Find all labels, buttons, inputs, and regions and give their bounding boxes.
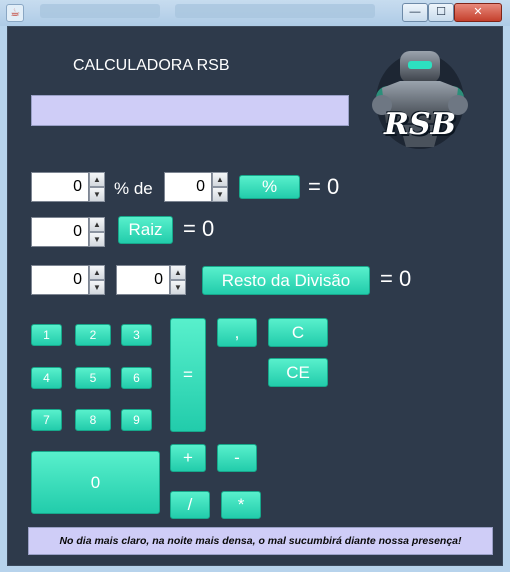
spinner-down-icon[interactable]: ▼	[89, 280, 105, 295]
maximize-button[interactable]: ☐	[428, 3, 454, 22]
spinner-down-icon[interactable]: ▼	[170, 280, 186, 295]
plus-button[interactable]: +	[170, 444, 206, 472]
minimize-button[interactable]: —	[402, 3, 428, 22]
percent-a-input[interactable]	[31, 172, 89, 202]
digit-3-button[interactable]: 3	[121, 324, 152, 346]
clear-entry-button[interactable]: CE	[268, 358, 328, 387]
logo-text: RSB	[384, 107, 456, 142]
comma-button[interactable]: ,	[217, 318, 257, 347]
digit-9-button[interactable]: 9	[121, 409, 152, 431]
window-titlebar: ☕ — ☐ ✕	[0, 0, 510, 26]
app-title: CALCULADORA RSB	[73, 57, 230, 74]
calculator-frame: CALCULADORA RSB RSB ▲ ▼	[7, 26, 503, 566]
percent-a-spinner[interactable]: ▲ ▼	[31, 172, 105, 202]
minus-button[interactable]: -	[217, 444, 257, 472]
spinner-down-icon[interactable]: ▼	[89, 232, 105, 247]
mod-button[interactable]: Resto da Divisão	[202, 266, 370, 295]
mod-b-input[interactable]	[116, 265, 170, 295]
spinner-down-icon[interactable]: ▼	[212, 187, 228, 202]
digit-2-button[interactable]: 2	[75, 324, 111, 346]
sqrt-result: = 0	[183, 216, 215, 241]
titlebar-blurred-icons	[175, 4, 375, 18]
percent-b-spinner[interactable]: ▲ ▼	[164, 172, 228, 202]
display-field[interactable]	[31, 95, 349, 126]
mod-a-input[interactable]	[31, 265, 89, 295]
digit-7-button[interactable]: 7	[31, 409, 62, 431]
spinner-up-icon[interactable]: ▲	[89, 172, 105, 187]
digit-0-button[interactable]: 0	[31, 451, 160, 514]
sqrt-input[interactable]	[31, 217, 89, 247]
java-app-icon: ☕	[6, 4, 24, 22]
percent-b-input[interactable]	[164, 172, 212, 202]
digit-1-button[interactable]: 1	[31, 324, 62, 346]
spinner-up-icon[interactable]: ▲	[89, 265, 105, 280]
percent-of-label: % de	[114, 179, 153, 198]
clear-button[interactable]: C	[268, 318, 328, 347]
percent-result: = 0	[308, 174, 340, 199]
percent-button[interactable]: %	[239, 175, 300, 199]
spinner-up-icon[interactable]: ▲	[170, 265, 186, 280]
footer-motto: No dia mais claro, na noite mais densa, …	[28, 527, 493, 555]
sqrt-button[interactable]: Raiz	[118, 216, 173, 244]
titlebar-blurred-content	[40, 4, 160, 18]
close-button[interactable]: ✕	[454, 3, 502, 22]
rsb-logo: RSB	[370, 43, 470, 153]
mod-result: = 0	[380, 266, 412, 291]
digit-8-button[interactable]: 8	[75, 409, 111, 431]
spinner-down-icon[interactable]: ▼	[89, 187, 105, 202]
spinner-up-icon[interactable]: ▲	[89, 217, 105, 232]
mod-b-spinner[interactable]: ▲ ▼	[116, 265, 186, 295]
spinner-up-icon[interactable]: ▲	[212, 172, 228, 187]
digit-6-button[interactable]: 6	[121, 367, 152, 389]
equals-button[interactable]: =	[170, 318, 206, 432]
multiply-button[interactable]: *	[221, 491, 261, 519]
sqrt-spinner[interactable]: ▲ ▼	[31, 217, 105, 247]
mod-a-spinner[interactable]: ▲ ▼	[31, 265, 105, 295]
digit-5-button[interactable]: 5	[75, 367, 111, 389]
divide-button[interactable]: /	[170, 491, 210, 519]
digit-4-button[interactable]: 4	[31, 367, 62, 389]
